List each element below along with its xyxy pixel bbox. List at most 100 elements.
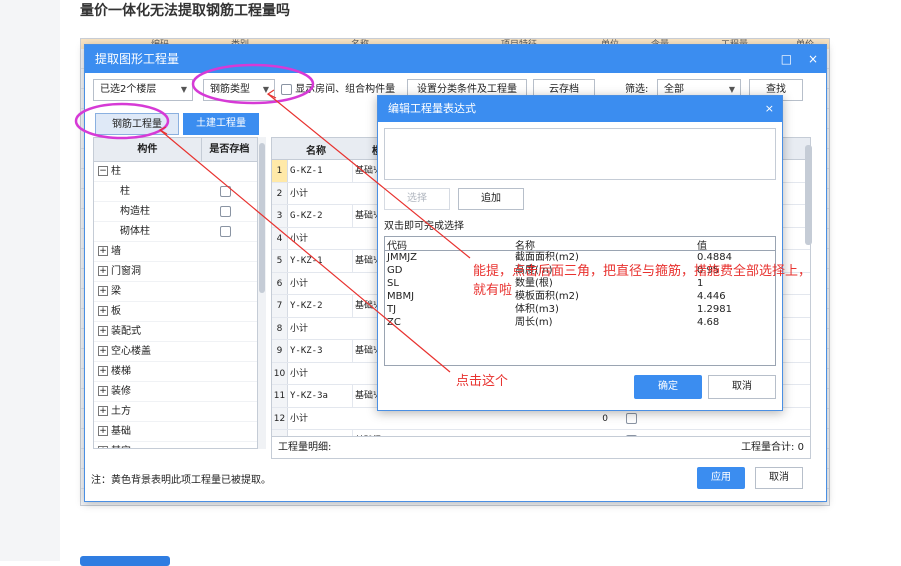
annotation-text-click-this: 点击这个: [456, 374, 509, 389]
tree-item[interactable]: + 门窗洞: [94, 262, 257, 282]
tree-item[interactable]: + 基础: [94, 422, 257, 442]
grid-cell-num: 2: [272, 182, 288, 204]
ok-button[interactable]: 确定: [634, 375, 702, 399]
component-tree: 构件 是否存档 − 柱柱构造柱 砌体柱 + 墙 + 门窗洞 + 梁 + 板 + 装配式 + 空心楼盖 + 楼梯 +…: [93, 137, 258, 449]
grid-cell-name: G-KZ-1: [290, 166, 323, 176]
grid-cell-name: G-KZ-2: [290, 211, 323, 221]
expression-title: 编辑工程量表达式: [388, 102, 476, 115]
select-button[interactable]: 选择: [384, 188, 450, 210]
grid-cell-name: 小计: [290, 233, 309, 244]
saved-checkbox[interactable]: [220, 226, 231, 237]
tree-item[interactable]: − 柱: [94, 162, 257, 182]
tree-item[interactable]: + 空心楼盖: [94, 342, 257, 362]
close-icon[interactable]: ×: [808, 52, 818, 66]
grid-cell-num: 11: [272, 385, 288, 407]
tree-item-label: 门窗洞: [111, 266, 141, 277]
code-cell-code: ZC: [387, 317, 401, 328]
tree-item[interactable]: + 梁: [94, 282, 257, 302]
tree-item-label: 土方: [111, 406, 131, 417]
grid-cell-num: 7: [272, 295, 288, 317]
code-cell-name: 周长(m): [515, 317, 553, 328]
tree-header-saved: 是否存档: [200, 138, 257, 161]
tree-item[interactable]: + 板: [94, 302, 257, 322]
chevron-down-icon: ▼: [262, 85, 269, 94]
footnote: 注：黄色背景表明此项工程量已被提取。: [91, 475, 271, 486]
tree-header-component: 构件: [137, 144, 158, 155]
grid-footer: 工程量明细: 工程量合计: 0: [271, 437, 811, 459]
grid-cell-num: 12: [272, 407, 288, 429]
tab-rebar-quantity[interactable]: 钢筋工程量: [95, 113, 179, 135]
code-cell-name: 体积(m3): [515, 304, 559, 315]
show-rooms-label: 显示房间、组合构件量: [295, 84, 396, 95]
saved-checkbox[interactable]: [220, 206, 231, 217]
append-button[interactable]: 追加: [458, 188, 524, 210]
tree-body: − 柱柱构造柱 砌体柱 + 墙 + 门窗洞 + 梁 + 板 + 装配式 + 空心楼盖 + 楼梯 + 装修 + 土方 + 基础…: [94, 162, 257, 448]
close-icon[interactable]: ×: [765, 96, 774, 122]
tree-item[interactable]: + 墙: [94, 242, 257, 262]
tree-item-label: 梁: [111, 286, 121, 297]
tree-scrollbar[interactable]: [258, 137, 266, 449]
tree-item[interactable]: 柱: [94, 182, 257, 202]
expand-icon[interactable]: +: [98, 286, 108, 296]
page-bottom-button[interactable]: [80, 556, 170, 566]
show-rooms-checkbox[interactable]: [281, 83, 292, 95]
expand-icon[interactable]: +: [98, 386, 108, 396]
grid-cell-num: 13: [272, 430, 288, 436]
apply-button[interactable]: 应用: [697, 467, 745, 489]
dialog-titlebar: 提取图形工程量 □ ×: [85, 45, 826, 73]
tab-civil-quantity[interactable]: 土建工程量: [183, 113, 259, 135]
rebar-type-dropdown[interactable]: 钢筋类型 ▼: [203, 79, 275, 101]
code-cell-code: JMMJZ: [387, 252, 418, 263]
grid-row[interactable]: 13Y-KZ-4基础梁 0: [272, 430, 810, 436]
code-cell-code: TJ: [387, 304, 397, 315]
code-table-header: 代码 名称 值: [385, 237, 775, 252]
tree-item-label: 板: [111, 306, 121, 317]
cancel-button[interactable]: 取消: [755, 467, 803, 489]
expand-icon[interactable]: +: [98, 306, 108, 316]
tree-item-label: 柱: [111, 166, 121, 177]
grid-scrollbar[interactable]: [805, 145, 812, 245]
saved-checkbox[interactable]: [220, 186, 231, 197]
tree-item-label: 构造柱: [120, 206, 150, 217]
tree-item[interactable]: + 土方: [94, 402, 257, 422]
code-cell-code: GD: [387, 265, 403, 276]
tree-item-label: 墙: [111, 246, 121, 257]
tree-item[interactable]: 构造柱: [94, 202, 257, 222]
expand-icon[interactable]: +: [98, 346, 108, 356]
grid-cell-type: 基础梁: [352, 430, 397, 436]
tree-item-label: 空心楼盖: [111, 346, 151, 357]
collapse-icon[interactable]: −: [98, 166, 108, 176]
grid-cell-name: 小计: [290, 188, 309, 199]
chevron-down-icon: ▼: [180, 85, 187, 94]
expand-icon[interactable]: +: [98, 366, 108, 376]
total-value: 0: [797, 442, 804, 453]
row-checkbox[interactable]: [626, 412, 637, 424]
tree-item-label: 楼梯: [111, 366, 131, 377]
grid-cell-name: 小计: [290, 323, 309, 334]
detail-label: 工程量明细:: [278, 442, 332, 453]
tree-item[interactable]: + 楼梯: [94, 362, 257, 382]
annotation-text-instructions: 能提，点击后面三角，把直径与箍筋，措施费全部选择上， 就有啦: [473, 264, 812, 298]
edit-expression-dialog: 编辑工程量表达式 × 选择 追加 双击即可完成选择 代码 名称 值 JMMJZ 截…: [377, 95, 783, 411]
expand-icon[interactable]: +: [98, 326, 108, 336]
grid-cell-name: 小计: [290, 413, 309, 424]
tree-item[interactable]: +其它: [94, 442, 257, 448]
code-table-row[interactable]: ZC 周长(m) 4.68: [385, 316, 775, 329]
tree-item[interactable]: + 装修: [94, 382, 257, 402]
floor-select-dropdown[interactable]: 已选2个楼层 ▼: [93, 79, 193, 101]
expand-icon[interactable]: +: [98, 426, 108, 436]
code-table-row[interactable]: TJ 体积(m3) 1.2981: [385, 303, 775, 316]
grid-cell-num: 3: [272, 205, 288, 227]
grid-cell-name: Y-KZ-1: [290, 256, 323, 266]
expand-icon[interactable]: +: [98, 246, 108, 256]
tree-item[interactable]: + 装配式: [94, 322, 257, 342]
expand-icon[interactable]: +: [98, 266, 108, 276]
code-cell-code: SL: [387, 278, 399, 289]
maximize-icon[interactable]: □: [781, 52, 792, 66]
expand-icon[interactable]: +: [98, 406, 108, 416]
tree-item[interactable]: 砌体柱: [94, 222, 257, 242]
expression-cancel-button[interactable]: 取消: [708, 375, 776, 399]
expression-input[interactable]: [384, 128, 776, 180]
tree-item-label: 装配式: [111, 326, 141, 337]
expand-icon[interactable]: +: [98, 446, 108, 448]
